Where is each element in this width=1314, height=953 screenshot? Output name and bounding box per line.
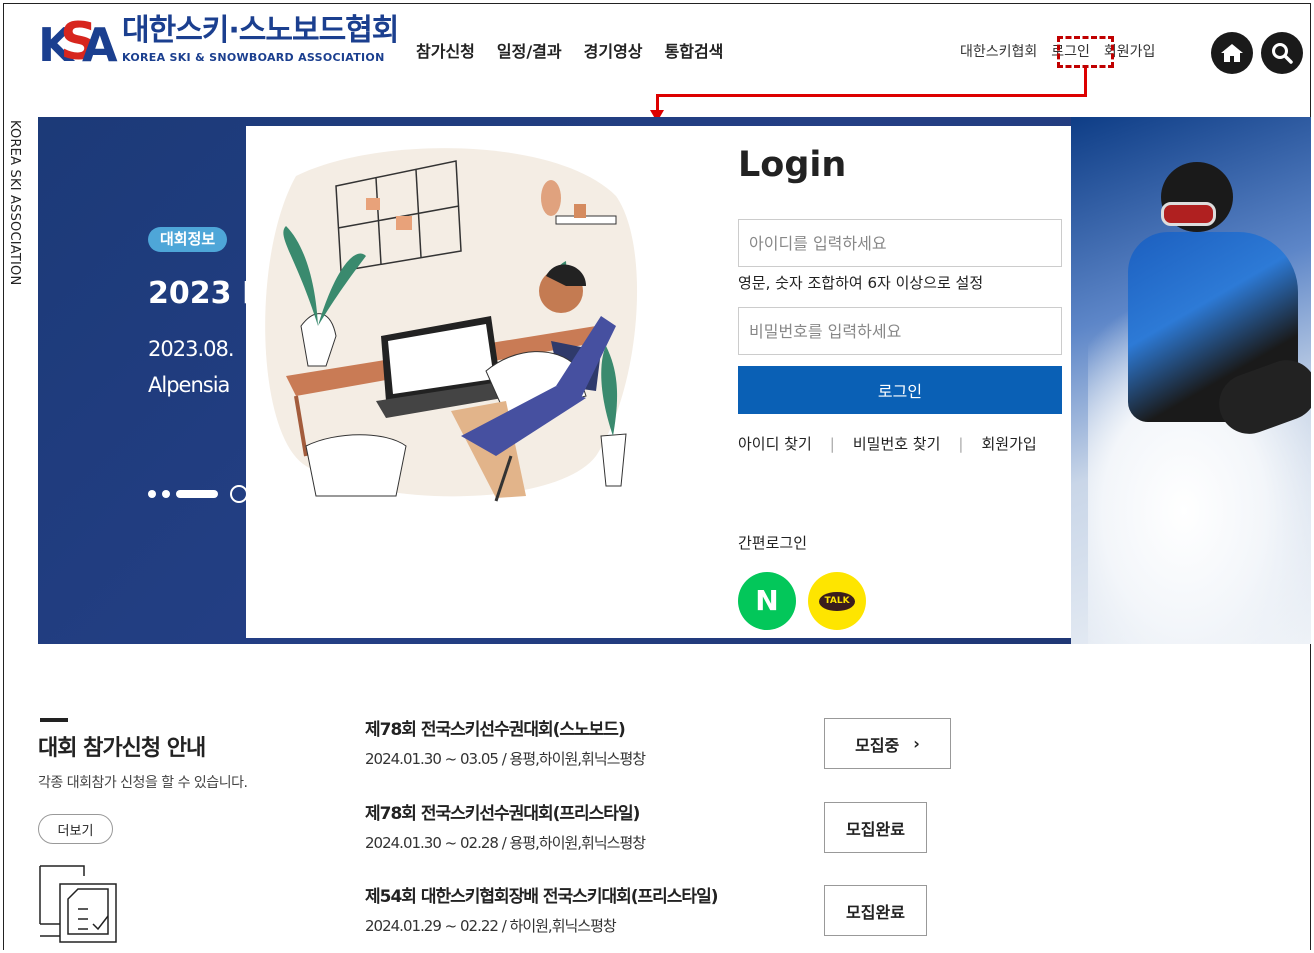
id-hint: 영문, 숫자 조합하여 6자 이상으로 설정 — [738, 274, 984, 292]
login-highlight-box — [1057, 36, 1114, 68]
account-links: 아이디 찾기 | 비밀번호 찾기 | 회원가입 — [738, 437, 1037, 452]
login-button[interactable]: 로그인 — [738, 366, 1062, 414]
event-item: 제54회 대한스키협회장배 전국스키대회(프리스타일) 2024.01.29 ~… — [365, 885, 965, 953]
naver-login-icon[interactable]: N — [738, 572, 796, 630]
easy-login-label: 간편로그인 — [738, 534, 808, 552]
home-icon[interactable] — [1211, 32, 1253, 74]
slider-pagination — [148, 485, 248, 503]
status-label: 모집중 — [855, 735, 900, 755]
hero-place: Alpensia — [148, 373, 230, 397]
nav-item-videos[interactable]: 경기영상 — [584, 44, 643, 60]
main-nav: 참가신청 일정/결과 경기영상 통합검색 — [416, 44, 723, 60]
hero-date: 2023.08. — [148, 337, 235, 361]
event-name[interactable]: 제78회 전국스키선수권대회(스노보드) — [365, 722, 626, 739]
event-item: 제78회 전국스키선수권대회(프리스타일) 2024.01.30 ~ 02.28… — [365, 802, 965, 882]
event-meta: 2024.01.30 ~ 03.05 / 용평,하이원,휘닉스평창 — [365, 750, 646, 768]
login-modal: Login 영문, 숫자 조합하여 6자 이상으로 설정 로그인 아이디 찾기 … — [246, 126, 1071, 638]
section-title: 대회 참가신청 안내 — [38, 736, 206, 761]
nav-item-registration[interactable]: 참가신청 — [416, 44, 475, 60]
logo-mark: KSA — [38, 12, 118, 72]
status-button-closed[interactable]: 모집완료 — [824, 802, 927, 853]
event-name[interactable]: 제78회 전국스키선수권대회(프리스타일) — [365, 806, 640, 823]
section-description: 각종 대회참가 신청을 할 수 있습니다. — [38, 775, 248, 791]
event-meta: 2024.01.29 ~ 02.22 / 하이원,휘닉스평창 — [365, 917, 617, 935]
modal-signup-link[interactable]: 회원가입 — [981, 437, 1036, 452]
side-label: KOREA SKI ASSOCIATION — [7, 120, 22, 286]
event-name[interactable]: 제54회 대한스키협회장배 전국스키대회(프리스타일) — [365, 889, 718, 906]
login-title: Login — [738, 145, 847, 185]
find-password-link[interactable]: 비밀번호 찾기 — [853, 437, 941, 452]
event-meta: 2024.01.30 ~ 02.28 / 용평,하이원,휘닉스평창 — [365, 834, 646, 852]
link-separator: | — [958, 435, 964, 453]
assoc-link[interactable]: 대한스키협회 — [960, 45, 1037, 59]
status-button-open[interactable]: 모집중 › — [824, 718, 951, 769]
search-icon[interactable] — [1261, 32, 1303, 74]
snowboarder-goggle — [1161, 202, 1216, 226]
logo-english-name: KOREA SKI & SNOWBOARD ASSOCIATION — [122, 51, 385, 64]
annotation-arrow-segment — [1084, 68, 1087, 96]
more-button[interactable]: 더보기 — [38, 814, 113, 844]
site-logo[interactable]: KSA 대한스키·스노보드협회 KOREA SKI & SNOWBOARD AS… — [38, 12, 399, 72]
annotation-arrow-segment — [656, 94, 1087, 97]
kakao-talk-bubble: TALK — [819, 591, 855, 611]
event-item: 제78회 전국스키선수권대회(스노보드) 2024.01.30 ~ 03.05 … — [365, 718, 965, 798]
section-dash — [40, 718, 68, 722]
password-input[interactable] — [738, 307, 1062, 355]
logo-korean-name: 대한스키·스노보드협회 — [122, 13, 399, 48]
find-id-link[interactable]: 아이디 찾기 — [738, 437, 812, 452]
id-input[interactable] — [738, 219, 1062, 267]
slider-dot[interactable] — [148, 490, 156, 498]
hero-badge: 대회정보 — [148, 227, 228, 252]
link-separator: | — [829, 435, 835, 453]
slider-dot[interactable] — [162, 490, 170, 498]
nav-item-search[interactable]: 통합검색 — [665, 44, 724, 60]
kakao-login-icon[interactable]: TALK — [808, 572, 866, 630]
status-button-closed[interactable]: 모집완료 — [824, 885, 927, 936]
chevron-right-icon: › — [913, 734, 920, 753]
workspace-illustration — [265, 148, 638, 502]
slider-dot-active[interactable] — [176, 490, 218, 498]
document-checklist-icon — [39, 865, 117, 943]
nav-item-schedule[interactable]: 일정/결과 — [497, 44, 562, 60]
